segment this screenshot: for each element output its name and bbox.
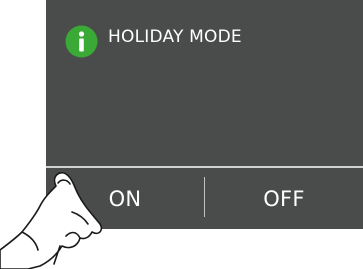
info-icon [65,25,98,58]
off-button[interactable]: OFF [205,168,363,229]
holiday-mode-panel: HOLIDAY MODE ON OFF [46,0,363,229]
off-button-label: OFF [263,186,305,211]
screen: HOLIDAY MODE ON OFF [0,0,363,269]
panel-title: HOLIDAY MODE [108,27,242,47]
toggle-button-row: ON OFF [46,168,363,229]
panel-header: HOLIDAY MODE [65,25,242,58]
on-button-label: ON [108,186,142,211]
on-button[interactable]: ON [46,168,204,229]
